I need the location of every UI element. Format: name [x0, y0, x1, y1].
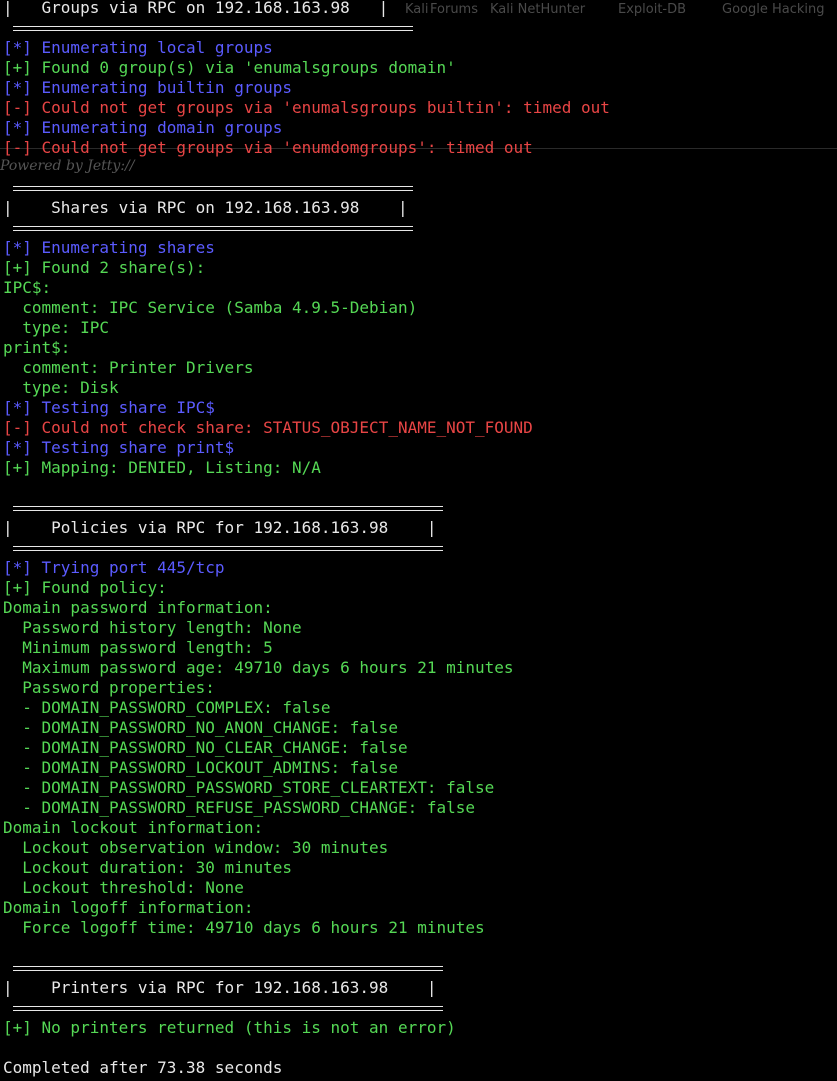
- output-line: print$:: [3, 338, 71, 357]
- section-header: | Shares via RPC on 192.168.163.98 |: [3, 198, 408, 217]
- output-line: [-] Could not check share: STATUS_OBJECT…: [3, 418, 837, 438]
- output-line: - DOMAIN_PASSWORD_COMPLEX: false: [3, 698, 331, 717]
- output-line: Domain lockout information:: [3, 818, 264, 837]
- output-line: Force logoff time: 49710 days 6 hours 21…: [3, 918, 485, 937]
- output-line: [*] Enumerating builtin groups: [3, 78, 292, 97]
- double-rule: [13, 226, 413, 231]
- output-line: [+] Found 2 share(s):: [3, 258, 206, 277]
- output-line: comment: Printer Drivers: [3, 358, 254, 377]
- output-line: [+] Mapping: DENIED, Listing: N/A: [3, 458, 321, 477]
- output-line: Lockout threshold: None: [3, 878, 244, 897]
- output-line: - DOMAIN_PASSWORD_NO_CLEAR_CHANGE: false: [3, 738, 408, 757]
- box-rule-bottom: [3, 18, 837, 38]
- line-value: STATUS_OBJECT_NAME_NOT_FOUND: [263, 418, 533, 437]
- section-header: | Groups via RPC on 192.168.163.98 |: [3, 0, 389, 17]
- double-rule: [13, 186, 413, 191]
- output-line: Domain logoff information:: [3, 898, 254, 917]
- output-line: Password properties:: [3, 678, 215, 697]
- output-line: - DOMAIN_PASSWORD_NO_ANON_CHANGE: false: [3, 718, 398, 737]
- output-line: Completed after 73.38 seconds: [3, 1058, 283, 1077]
- box-rule-bottom: [3, 538, 837, 558]
- double-rule: [13, 26, 413, 31]
- output-line: - DOMAIN_PASSWORD_PASSWORD_STORE_CLEARTE…: [3, 778, 495, 797]
- output-line: [*] Testing share print$: [3, 438, 235, 457]
- output-line: [*] Enumerating shares: [3, 238, 215, 257]
- box-rule-top: [3, 498, 837, 518]
- output-line: type: IPC: [3, 318, 109, 337]
- terminal-output[interactable]: | Groups via RPC on 192.168.163.98 | [*] …: [3, 0, 837, 1078]
- output-line: - DOMAIN_PASSWORD_LOCKOUT_ADMINS: false: [3, 758, 398, 777]
- box-rule-top: [3, 958, 837, 978]
- output-line: [-] Could not get groups via 'enumalsgro…: [3, 98, 610, 117]
- output-line: Maximum password age: 49710 days 6 hours…: [3, 658, 514, 677]
- section-header: | Policies via RPC for 192.168.163.98 |: [3, 518, 437, 537]
- output-line: [-] Could not get groups via 'enumdomgro…: [3, 138, 533, 157]
- double-rule: [13, 966, 443, 971]
- box-rule-top: [3, 178, 837, 198]
- double-rule: [13, 1006, 443, 1011]
- output-line: Lockout observation window: 30 minutes: [3, 838, 389, 857]
- output-line: [*] Enumerating domain groups: [3, 118, 283, 137]
- output-line: Domain password information:: [3, 598, 273, 617]
- output-line: [*] Trying port 445/tcp: [3, 558, 225, 577]
- output-line: IPC$:: [3, 278, 52, 297]
- output-line: type: Disk: [3, 378, 119, 397]
- output-line: - DOMAIN_PASSWORD_REFUSE_PASSWORD_CHANGE…: [3, 798, 476, 817]
- double-rule: [13, 546, 443, 551]
- double-rule: [13, 506, 443, 511]
- output-line: [+] Found 0 group(s) via 'enumalsgroups …: [3, 58, 456, 77]
- output-line: Lockout duration: 30 minutes: [3, 858, 292, 877]
- output-line: Minimum password length: 5: [3, 638, 273, 657]
- box-rule-bottom: [3, 218, 837, 238]
- output-line: [*] Testing share IPC$: [3, 398, 215, 417]
- output-line: [+] No printers returned (this is not an…: [3, 1018, 456, 1037]
- output-line: comment: IPC Service (Samba 4.9.5-Debian…: [3, 298, 418, 317]
- output-line: [+] Found policy:: [3, 578, 167, 597]
- output-line: Password history length: None: [3, 618, 302, 637]
- output-line: [*] Enumerating local groups: [3, 38, 273, 57]
- line-prefix: [-] Could not check share:: [3, 418, 264, 437]
- box-rule-bottom: [3, 998, 837, 1018]
- section-header: | Printers via RPC for 192.168.163.98 |: [3, 978, 437, 997]
